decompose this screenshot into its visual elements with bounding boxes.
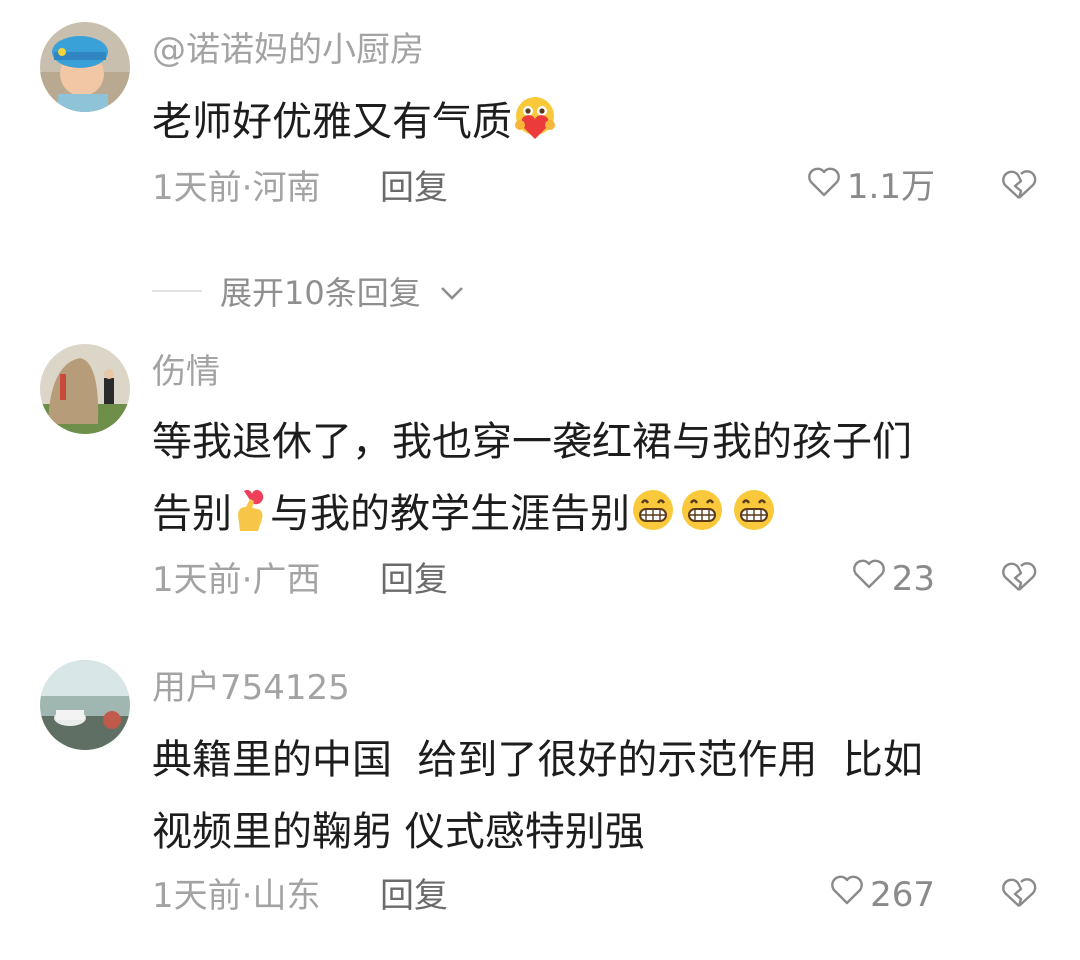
- dislike-button[interactable]: [1001, 876, 1037, 912]
- grin-emoji-icon: [676, 484, 728, 556]
- hug-emoji-icon: [512, 92, 558, 164]
- like-button[interactable]: 1.1万: [807, 166, 935, 207]
- avatar[interactable]: [40, 660, 130, 750]
- like-count: 23: [891, 558, 935, 599]
- chevron-down-icon: [439, 272, 465, 310]
- username[interactable]: 用户754125: [152, 668, 350, 708]
- broken-heart-icon: [1001, 562, 1037, 598]
- finger-heart-emoji-icon: [232, 484, 270, 556]
- expand-replies-button[interactable]: 展开10条回复: [152, 268, 465, 314]
- time-location: 1天前·河南: [152, 168, 321, 208]
- grin-emoji-icon: [630, 484, 676, 556]
- reply-button[interactable]: 回复: [380, 876, 448, 916]
- broken-heart-icon: [1001, 170, 1037, 206]
- username[interactable]: 伤情: [152, 352, 220, 392]
- dislike-button[interactable]: [1001, 560, 1037, 596]
- avatar[interactable]: [40, 344, 130, 434]
- like-count: 1.1万: [846, 166, 935, 207]
- reply-button[interactable]: 回复: [380, 560, 448, 600]
- heart-icon: [807, 166, 841, 207]
- comment-text: 等我退休了，我也穿一袭红裙与我的孩子们 告别 与我的教学生涯告别: [152, 406, 1032, 556]
- like-button[interactable]: 267: [830, 874, 935, 915]
- dislike-button[interactable]: [1001, 168, 1037, 204]
- reply-button[interactable]: 回复: [380, 168, 448, 208]
- username[interactable]: @诺诺妈的小厨房: [152, 30, 424, 70]
- expand-replies-label: 展开10条回复: [220, 274, 421, 312]
- heart-icon: [852, 558, 886, 599]
- time-location: 1天前·广西: [152, 560, 321, 600]
- comment-text: 典籍里的中国 给到了很好的示范作用 比如 视频里的鞠躬 仪式感特别强: [152, 737, 923, 855]
- avatar[interactable]: [40, 22, 130, 112]
- grin-emoji-icon: [728, 484, 780, 556]
- divider-line: [152, 290, 202, 292]
- like-button[interactable]: 23: [852, 558, 935, 599]
- like-count: 267: [870, 874, 935, 915]
- heart-icon: [830, 874, 864, 915]
- broken-heart-icon: [1001, 878, 1037, 914]
- time-location: 1天前·山东: [152, 876, 321, 916]
- comment-text: 老师好优雅又有气质: [152, 86, 1032, 164]
